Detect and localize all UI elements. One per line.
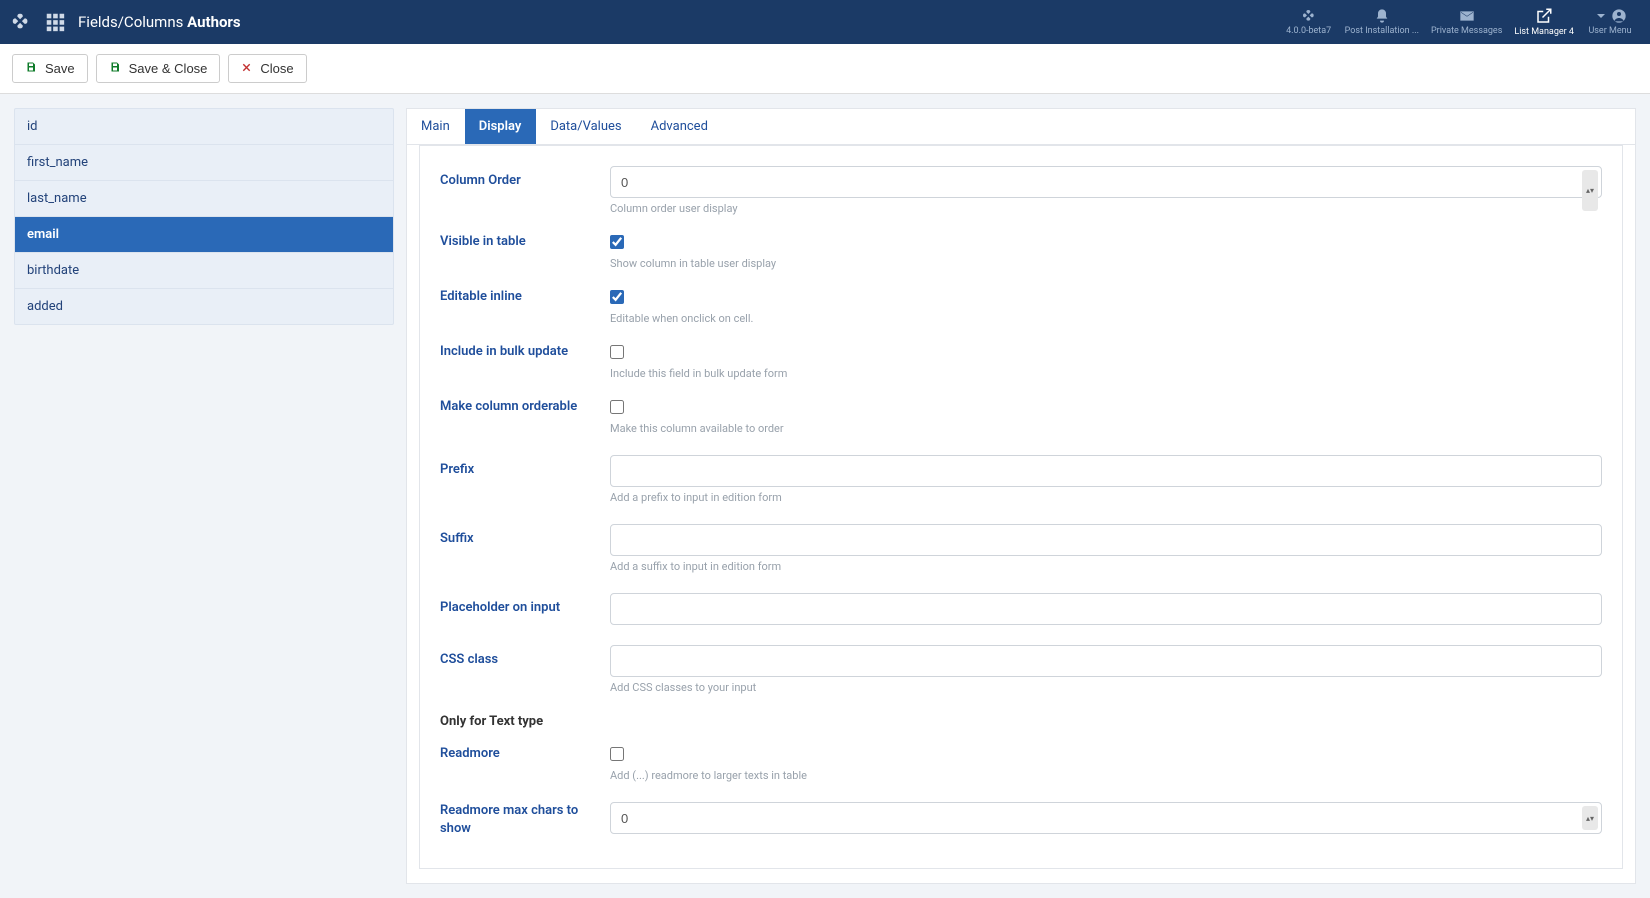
spinner-icon[interactable]: ▴▾ bbox=[1582, 806, 1598, 830]
help-orderable: Make this column available to order bbox=[610, 422, 1602, 435]
spinner-icon[interactable]: ▴▾ bbox=[1582, 170, 1598, 211]
help-visible: Show column in table user display bbox=[610, 257, 1602, 270]
label-editable: Editable inline bbox=[440, 290, 610, 304]
close-button[interactable]: Close bbox=[228, 54, 306, 83]
help-prefix: Add a prefix to input in edition form bbox=[610, 491, 1602, 504]
topbar-list-manager[interactable]: List Manager 4 bbox=[1508, 0, 1580, 44]
input-placeholder[interactable] bbox=[610, 593, 1602, 625]
label-readmore-max: Readmore max chars to show bbox=[440, 802, 610, 838]
tabs: Main Display Data/Values Advanced bbox=[407, 109, 1635, 145]
sidebar-item-added[interactable]: added bbox=[15, 289, 393, 324]
input-suffix[interactable] bbox=[610, 524, 1602, 556]
joomla-logo-icon[interactable] bbox=[10, 11, 32, 33]
help-bulk: Include this field in bulk update form bbox=[610, 367, 1602, 380]
checkbox-readmore[interactable] bbox=[610, 747, 624, 761]
label-prefix: Prefix bbox=[440, 455, 610, 485]
sidebar-item-first-name[interactable]: first_name bbox=[15, 145, 393, 181]
tab-display[interactable]: Display bbox=[465, 109, 537, 144]
help-cssclass: Add CSS classes to your input bbox=[610, 681, 1602, 694]
input-prefix[interactable] bbox=[610, 455, 1602, 487]
checkbox-editable[interactable] bbox=[610, 290, 624, 304]
label-column-order: Column Order bbox=[440, 166, 610, 196]
sidebar-item-id[interactable]: id bbox=[15, 109, 393, 145]
save-button[interactable]: Save bbox=[12, 54, 88, 83]
user-circle-icon bbox=[1611, 8, 1627, 24]
save-close-button-label: Save & Close bbox=[129, 61, 208, 76]
page-title-prefix: Fields/Columns bbox=[78, 13, 183, 31]
action-toolbar: Save Save & Close Close bbox=[0, 44, 1650, 94]
main-panel: Main Display Data/Values Advanced Column… bbox=[406, 108, 1636, 884]
tab-advanced[interactable]: Advanced bbox=[637, 109, 723, 144]
sidebar-item-email[interactable]: email bbox=[15, 217, 393, 253]
fields-sidebar: id first_name last_name email birthdate … bbox=[14, 108, 394, 325]
label-readmore: Readmore bbox=[440, 747, 610, 761]
label-visible: Visible in table bbox=[440, 235, 610, 249]
display-form: Column Order ▴▾ Column order user displa… bbox=[419, 145, 1623, 869]
section-text-only: Only for Text type bbox=[440, 714, 1602, 729]
topbar-messages[interactable]: Private Messages bbox=[1425, 0, 1508, 44]
bell-icon bbox=[1374, 8, 1390, 24]
label-placeholder: Placeholder on input bbox=[440, 593, 610, 623]
topbar-user-menu-label: User Menu bbox=[1588, 26, 1631, 36]
topbar-list-manager-label: List Manager 4 bbox=[1514, 27, 1574, 37]
checkbox-orderable[interactable] bbox=[610, 400, 624, 414]
close-button-label: Close bbox=[260, 61, 293, 76]
save-icon bbox=[25, 61, 37, 76]
topbar-version-label: 4.0.0-beta7 bbox=[1286, 26, 1331, 36]
label-cssclass: CSS class bbox=[440, 645, 610, 675]
label-orderable: Make column orderable bbox=[440, 400, 610, 414]
help-readmore: Add (...) readmore to larger texts in ta… bbox=[610, 769, 1602, 782]
help-editable: Editable when onclick on cell. bbox=[610, 312, 1602, 325]
input-readmore-max[interactable] bbox=[610, 802, 1602, 834]
tab-data-values[interactable]: Data/Values bbox=[536, 109, 636, 144]
topbar-user-menu[interactable]: User Menu bbox=[1580, 0, 1640, 44]
save-icon bbox=[109, 61, 121, 76]
joomla-icon bbox=[1301, 8, 1317, 24]
page-title-bold: Authors bbox=[187, 13, 241, 31]
help-suffix: Add a suffix to input in edition form bbox=[610, 560, 1602, 573]
input-column-order[interactable] bbox=[610, 166, 1602, 198]
sidebar-item-birthdate[interactable]: birthdate bbox=[15, 253, 393, 289]
page-title: Fields/Columns Authors bbox=[78, 13, 241, 31]
top-bar: Fields/Columns Authors 4.0.0-beta7 Post … bbox=[0, 0, 1650, 44]
checkbox-bulk[interactable] bbox=[610, 345, 624, 359]
topbar-post-install[interactable]: Post Installation ... bbox=[1339, 0, 1425, 44]
tab-main[interactable]: Main bbox=[407, 109, 465, 144]
topbar-version[interactable]: 4.0.0-beta7 bbox=[1279, 0, 1339, 44]
topbar-messages-label: Private Messages bbox=[1431, 26, 1502, 36]
sidebar-item-last-name[interactable]: last_name bbox=[15, 181, 393, 217]
topbar-right: 4.0.0-beta7 Post Installation ... Privat… bbox=[1279, 0, 1640, 44]
chevron-down-icon bbox=[1593, 8, 1609, 24]
help-column-order: Column order user display bbox=[610, 202, 1602, 215]
save-close-button[interactable]: Save & Close bbox=[96, 54, 221, 83]
checkbox-visible[interactable] bbox=[610, 235, 624, 249]
input-cssclass[interactable] bbox=[610, 645, 1602, 677]
topbar-post-install-label: Post Installation ... bbox=[1345, 26, 1419, 36]
envelope-icon bbox=[1459, 8, 1475, 24]
label-suffix: Suffix bbox=[440, 524, 610, 554]
save-button-label: Save bbox=[45, 61, 75, 76]
open-external-icon bbox=[1535, 7, 1553, 25]
label-bulk: Include in bulk update bbox=[440, 345, 610, 359]
app-grid-icon[interactable] bbox=[44, 11, 66, 33]
close-icon bbox=[241, 61, 252, 76]
